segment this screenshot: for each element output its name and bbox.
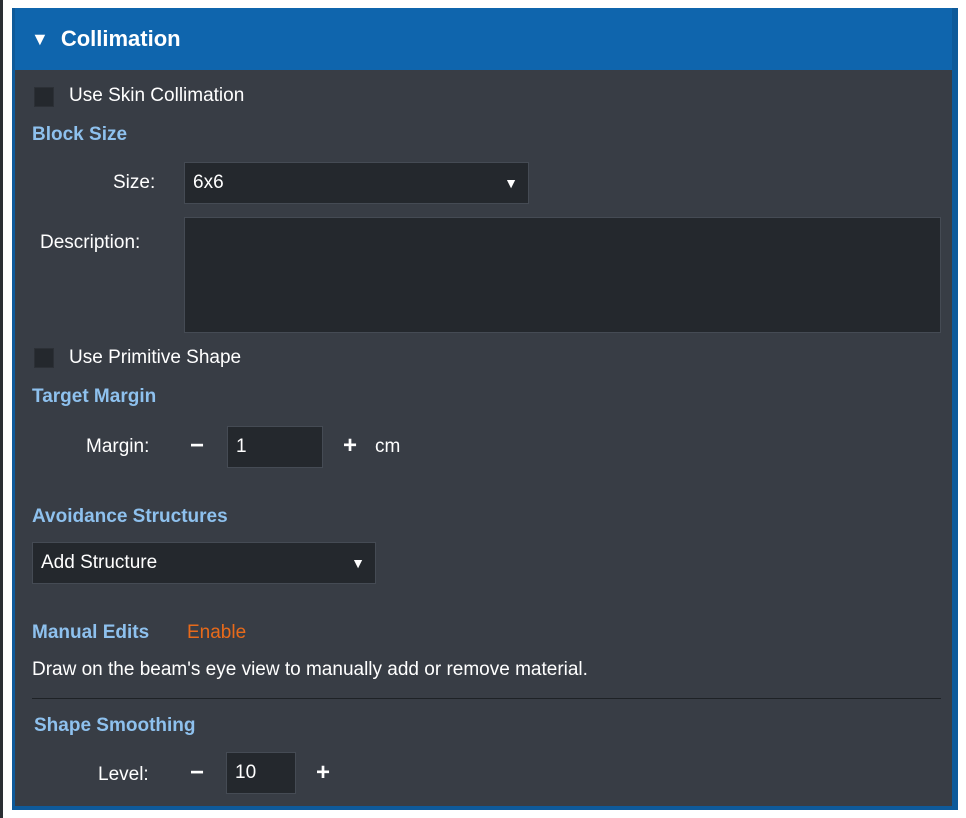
margin-input[interactable]: 1 bbox=[227, 426, 323, 468]
add-structure-dropdown[interactable]: Add Structure ▼ bbox=[32, 542, 376, 584]
collapse-triangle-icon[interactable]: ▼ bbox=[31, 29, 49, 50]
margin-label: Margin: bbox=[86, 436, 150, 457]
level-increment-button[interactable]: + bbox=[312, 753, 334, 793]
level-decrement-button[interactable]: − bbox=[186, 753, 208, 793]
use-primitive-shape-label[interactable]: Use Primitive Shape bbox=[69, 347, 241, 369]
margin-decrement-button[interactable]: − bbox=[186, 426, 208, 466]
block-size-heading: Block Size bbox=[32, 124, 128, 145]
chevron-down-icon: ▼ bbox=[504, 175, 518, 191]
use-skin-collimation-label[interactable]: Use Skin Collimation bbox=[69, 85, 244, 107]
size-value: 6x6 bbox=[193, 172, 224, 193]
description-textarea[interactable] bbox=[184, 217, 941, 333]
size-dropdown[interactable]: 6x6 ▼ bbox=[184, 162, 529, 204]
manual-edits-heading: Manual Edits bbox=[32, 622, 150, 643]
manual-edits-hint: Draw on the beam's eye view to manually … bbox=[32, 659, 588, 680]
avoidance-structures-heading: Avoidance Structures bbox=[32, 506, 228, 527]
panel-title: Collimation bbox=[60, 26, 181, 51]
use-skin-collimation-checkbox[interactable] bbox=[34, 87, 54, 107]
section-divider bbox=[32, 698, 941, 699]
level-value: 10 bbox=[235, 762, 257, 783]
collimation-header[interactable]: ▼ Collimation bbox=[15, 8, 952, 70]
enable-manual-edits-link[interactable]: Enable bbox=[187, 622, 246, 644]
level-input[interactable]: 10 bbox=[226, 752, 296, 794]
collimation-panel: ▼ Collimation Use Skin Collimation Block… bbox=[12, 8, 958, 810]
shape-smoothing-heading: Shape Smoothing bbox=[34, 715, 196, 736]
left-edge bbox=[0, 0, 3, 818]
size-label: Size: bbox=[113, 172, 156, 193]
target-margin-heading: Target Margin bbox=[32, 386, 157, 407]
margin-increment-button[interactable]: + bbox=[339, 426, 361, 466]
use-primitive-shape-checkbox[interactable] bbox=[34, 348, 54, 368]
level-label: Level: bbox=[98, 764, 149, 785]
app-frame: ▼ Collimation Use Skin Collimation Block… bbox=[0, 0, 966, 818]
margin-unit: cm bbox=[375, 436, 401, 457]
add-structure-label: Add Structure bbox=[41, 552, 158, 573]
description-label: Description: bbox=[40, 232, 141, 253]
margin-value: 1 bbox=[236, 436, 247, 457]
chevron-down-icon: ▼ bbox=[351, 555, 365, 571]
